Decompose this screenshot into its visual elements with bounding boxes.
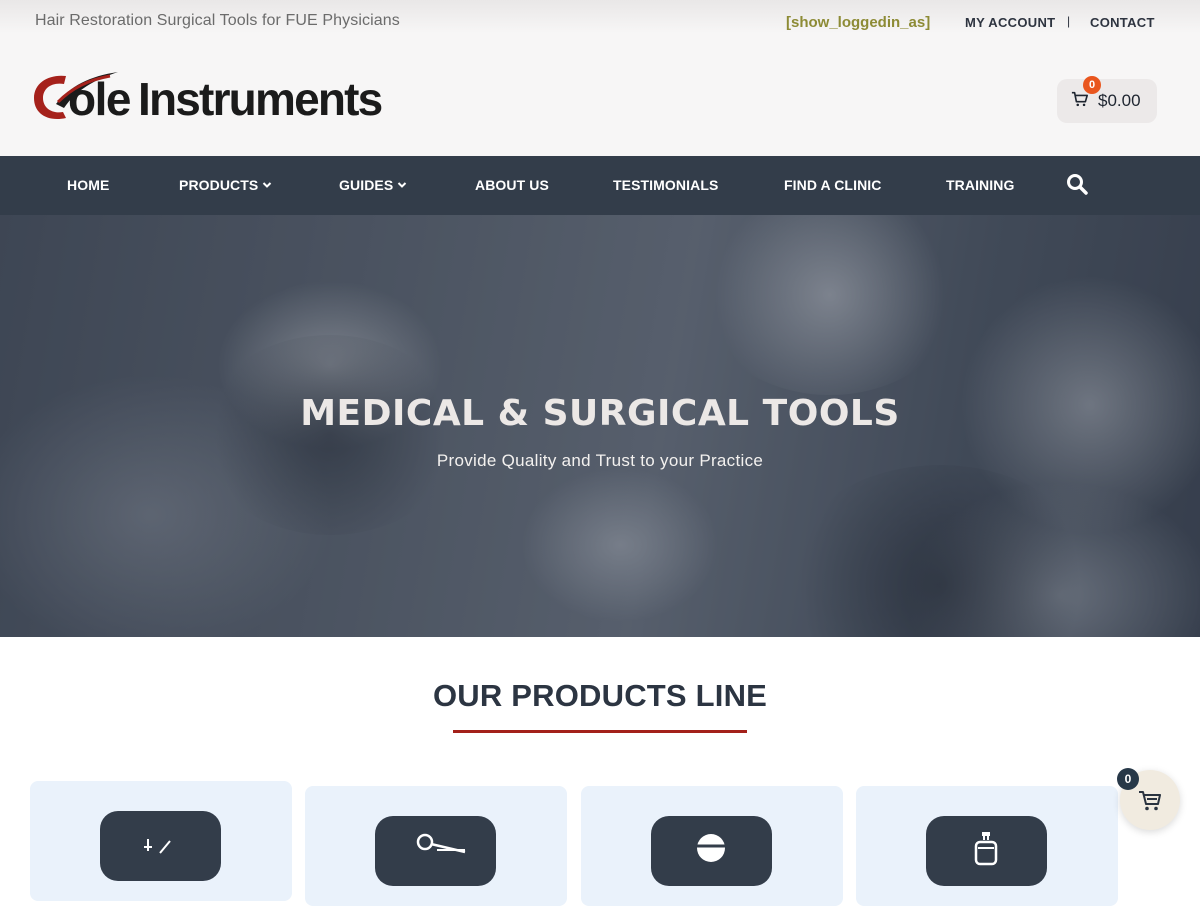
contact-link[interactable]: CONTACT xyxy=(1090,15,1155,30)
hero-subtitle: Provide Quality and Trust to your Practi… xyxy=(436,451,764,470)
site-logo[interactable]: ole Instruments xyxy=(30,68,410,125)
cart-total: $0.00 xyxy=(1098,91,1141,110)
nav-item-products[interactable]: PRODUCTS xyxy=(179,177,272,193)
product-card[interactable] xyxy=(305,786,567,906)
title-underline xyxy=(453,730,747,733)
floating-cart-button[interactable]: 0 xyxy=(1117,768,1180,830)
my-account-link[interactable]: MY ACCOUNT xyxy=(965,15,1055,30)
header-cart-button[interactable]: 0 $0.00 xyxy=(1057,76,1157,123)
nav-item-training[interactable]: TRAINING xyxy=(946,177,1014,193)
lens-tool-icon xyxy=(697,834,725,862)
product-card[interactable] xyxy=(856,786,1118,906)
product-card-icon-tile xyxy=(926,816,1047,886)
product-card-icon-tile xyxy=(375,816,496,886)
nav-item-home[interactable]: HOME xyxy=(67,177,109,193)
cart-icon xyxy=(1071,91,1089,107)
nav-item-testimonials[interactable]: TESTIMONIALS xyxy=(613,177,718,193)
nav-item-find-a-clinic[interactable]: FIND A CLINIC xyxy=(784,177,881,193)
product-card-icon-tile xyxy=(100,811,221,881)
top-bar: Hair Restoration Surgical Tools for FUE … xyxy=(0,0,1200,48)
chevron-down-icon xyxy=(263,182,272,188)
site-header: ole Instruments 0 $0.00 xyxy=(0,48,1200,156)
nav-item-label: TRAINING xyxy=(946,177,1015,193)
product-card[interactable] xyxy=(30,781,292,901)
top-link-separator: | xyxy=(1067,14,1071,28)
spray-bottle-icon xyxy=(974,832,998,866)
hero-title: MEDICAL & SURGICAL TOOLS xyxy=(300,393,900,434)
nav-item-label: HOME xyxy=(67,177,110,193)
hero-banner: MEDICAL & SURGICAL TOOLS Provide Quality… xyxy=(0,215,1200,637)
product-card-icon-tile xyxy=(651,816,772,886)
nav-item-label: GUIDES xyxy=(339,177,394,193)
logged-in-shortcode: [show_loggedin_as] xyxy=(786,14,931,31)
nav-item-label: TESTIMONIALS xyxy=(613,177,719,193)
logo-text-instruments: Instruments xyxy=(138,73,383,125)
nav-item-label: FIND A CLINIC xyxy=(784,177,882,193)
main-nav: HOME PRODUCTS GUIDES ABOUT US TESTIMONIA… xyxy=(0,156,1200,215)
needle-tool-icon xyxy=(144,839,171,854)
floating-cart-count-badge: 0 xyxy=(1117,768,1139,790)
cart-icon xyxy=(1139,791,1161,811)
nav-item-about-us[interactable]: ABOUT US xyxy=(475,177,549,193)
products-section-title: OUR PRODUCTS LINE xyxy=(432,678,768,713)
nav-item-label: PRODUCTS xyxy=(179,177,259,193)
logo-text-ole: ole xyxy=(68,73,131,125)
site-tagline: Hair Restoration Surgical Tools for FUE … xyxy=(35,12,400,29)
nav-item-guides[interactable]: GUIDES xyxy=(339,177,407,193)
chevron-down-icon xyxy=(398,182,407,188)
search-icon[interactable] xyxy=(1065,172,1089,196)
product-card[interactable] xyxy=(581,786,843,906)
nav-item-label: ABOUT US xyxy=(475,177,549,193)
scissors-tool-icon xyxy=(416,833,466,854)
